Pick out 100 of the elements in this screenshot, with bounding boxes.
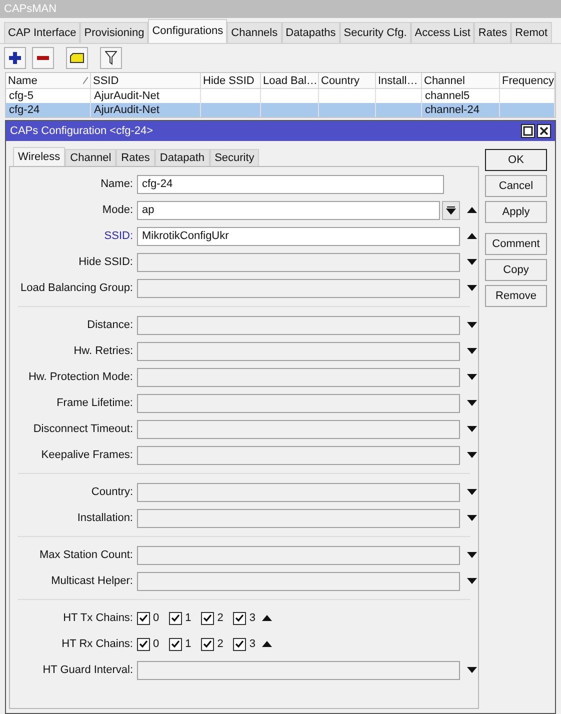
expand-up-icon[interactable] <box>262 641 272 647</box>
check-icon <box>203 614 212 622</box>
dropdown-arrow-icon[interactable] <box>467 348 477 354</box>
dialog-button[interactable]: Copy <box>485 259 547 281</box>
tab[interactable]: Wireless <box>13 147 66 166</box>
dropdown-field[interactable] <box>137 482 460 502</box>
tab[interactable]: Security Cfg. <box>340 22 411 43</box>
dropdown-arrow-icon[interactable] <box>467 374 477 380</box>
comment-button[interactable] <box>66 47 88 69</box>
checkbox[interactable] <box>233 638 246 650</box>
dropdown-arrow-icon[interactable] <box>467 515 477 521</box>
checkbox[interactable] <box>137 638 150 650</box>
text-field[interactable]: cfg-24 <box>137 174 444 194</box>
column-header[interactable]: Country <box>319 73 376 88</box>
check-icon <box>139 640 148 648</box>
dropdown-field[interactable] <box>137 394 460 412</box>
field-label: Disconnect Timeout: <box>32 422 134 437</box>
dropdown-arrow-icon[interactable] <box>467 452 477 458</box>
filter-icon <box>105 51 117 65</box>
checkbox-label: 2 <box>217 610 224 626</box>
dropdown-field[interactable] <box>137 420 460 438</box>
checkbox-label: 1 <box>185 610 192 626</box>
expand-up-icon[interactable] <box>467 207 477 213</box>
dropdown-arrow-icon[interactable] <box>467 489 477 495</box>
check-icon <box>235 614 244 622</box>
expand-up-icon[interactable] <box>467 233 477 239</box>
combo-field[interactable]: ap <box>137 200 440 220</box>
table-cell: channel-24 <box>422 103 500 117</box>
tab[interactable]: Channel <box>65 149 116 166</box>
dropdown-field[interactable] <box>137 278 460 298</box>
tab[interactable]: Remot <box>511 22 552 43</box>
checkbox[interactable] <box>201 612 214 624</box>
dropdown-arrow-icon[interactable] <box>467 322 477 328</box>
dropdown-field[interactable] <box>137 508 460 528</box>
tab[interactable]: Rates <box>116 149 155 166</box>
dropdown-arrow-icon[interactable] <box>467 259 477 265</box>
checkbox-label: 0 <box>153 636 160 652</box>
dropdown-field[interactable] <box>137 368 460 386</box>
column-header[interactable]: Name <box>6 73 91 88</box>
dropdown-arrow-icon[interactable] <box>467 400 477 406</box>
field-label: Mode: <box>101 202 134 218</box>
checkbox[interactable] <box>233 612 246 624</box>
tab[interactable]: Configurations <box>148 19 228 43</box>
column-header[interactable]: Frequency <box>500 73 555 88</box>
maximize-icon[interactable] <box>521 124 535 138</box>
tab[interactable]: Channels <box>227 22 282 43</box>
field-label: Hw. Retries: <box>72 344 134 359</box>
check-icon <box>235 640 244 648</box>
expand-up-icon[interactable] <box>262 615 272 621</box>
column-header[interactable]: SSID <box>91 73 201 88</box>
checkbox[interactable] <box>201 638 214 650</box>
dropdown-button-icon[interactable] <box>442 200 460 220</box>
checkbox[interactable] <box>137 612 150 624</box>
checkbox[interactable] <box>169 612 182 624</box>
dropdown-field[interactable] <box>137 252 460 272</box>
tab[interactable]: Rates <box>474 22 512 43</box>
dropdown-field[interactable] <box>137 446 460 464</box>
column-header[interactable]: Channel <box>422 73 500 88</box>
dialog-button[interactable]: Cancel <box>485 175 547 197</box>
dropdown-field[interactable] <box>137 572 460 590</box>
field-label: Load Balancing Group: <box>19 280 134 296</box>
checkbox-label: 2 <box>217 636 224 652</box>
tab[interactable]: Access List <box>410 22 474 43</box>
checkbox[interactable] <box>169 638 182 650</box>
remove-button[interactable] <box>32 47 54 69</box>
check-icon <box>203 640 212 648</box>
tab[interactable]: Datapath <box>154 149 210 166</box>
dialog-button[interactable]: Remove <box>485 285 547 307</box>
dropdown-field[interactable] <box>137 342 460 360</box>
dropdown-arrow-icon[interactable] <box>467 426 477 432</box>
dropdown-field[interactable] <box>137 316 460 334</box>
text-field[interactable]: MikrotikConfigUkr <box>137 226 460 246</box>
column-header[interactable]: Load Bal… <box>261 73 319 88</box>
filter-button[interactable] <box>100 47 122 69</box>
column-header[interactable]: Hide SSID <box>201 73 261 88</box>
dropdown-field[interactable] <box>137 546 460 564</box>
field-label: HT Guard Interval: <box>42 662 134 678</box>
dialog-button[interactable]: Apply <box>485 201 547 223</box>
tab[interactable]: Security <box>210 149 260 166</box>
dropdown-field[interactable] <box>137 660 460 680</box>
field-label: Multicast Helper: <box>50 574 134 589</box>
field-label: Max Station Count: <box>38 548 134 563</box>
dropdown-arrow-icon[interactable] <box>467 285 477 291</box>
checkbox-label: 3 <box>249 610 256 626</box>
tab[interactable]: CAP Interface <box>4 22 80 43</box>
checkbox-label: 1 <box>185 636 192 652</box>
table-row[interactable]: cfg-5 AjurAudit-Net channel5 <box>6 89 555 103</box>
dropdown-arrow-icon[interactable] <box>467 578 477 584</box>
dropdown-arrow-icon[interactable] <box>467 667 477 673</box>
column-header[interactable]: Install… <box>376 73 422 88</box>
close-icon[interactable] <box>537 124 551 138</box>
dialog-button[interactable]: Comment <box>485 233 547 255</box>
check-icon <box>171 640 180 648</box>
field-label: Country: <box>90 484 134 500</box>
dropdown-arrow-icon[interactable] <box>467 552 477 558</box>
add-button[interactable] <box>4 47 26 69</box>
tab[interactable]: Datapaths <box>282 22 340 43</box>
table-row[interactable]: cfg-24 AjurAudit-Net channel-24 <box>6 103 555 117</box>
dialog-button[interactable]: OK <box>485 149 547 171</box>
tab[interactable]: Provisioning <box>80 22 148 43</box>
